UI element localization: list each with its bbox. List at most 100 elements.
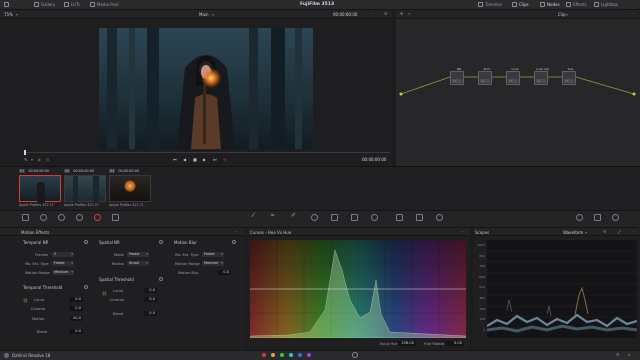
- blur-motion-range-dropdown[interactable]: Medium: [202, 261, 224, 266]
- spatial-nr-reset-icon[interactable]: [159, 240, 163, 244]
- play-reverse-icon[interactable]: ◀: [183, 157, 186, 162]
- blur-icon[interactable]: [371, 214, 378, 221]
- spatial-radius-dropdown[interactable]: Small: [127, 261, 149, 266]
- curve-color-dot[interactable]: [298, 353, 302, 357]
- sizing-icon[interactable]: [416, 214, 423, 221]
- magic-mask-icon[interactable]: [351, 214, 358, 221]
- viewer-dropdown-icon[interactable]: ▾: [212, 12, 214, 17]
- go-to-start-icon[interactable]: ⏮: [173, 157, 177, 162]
- curve-color-dot[interactable]: [289, 353, 293, 357]
- curves-options-icon[interactable]: ⋯: [460, 229, 464, 234]
- node-options-icon[interactable]: ⋯: [630, 11, 634, 16]
- playback-options-icon[interactable]: ⊙: [46, 157, 49, 162]
- curve-color-dot[interactable]: [262, 353, 266, 357]
- curve-color-dot[interactable]: [307, 353, 311, 357]
- magnify-icon[interactable]: ⌕: [408, 11, 410, 16]
- hdr-icon[interactable]: [112, 214, 119, 221]
- clips-button[interactable]: Clips: [512, 2, 529, 7]
- rgb-mixer-icon[interactable]: [76, 214, 83, 221]
- temporal-motion-field[interactable]: 50.0: [70, 316, 83, 321]
- project-settings-icon[interactable]: ⚙: [616, 352, 620, 357]
- link-icon[interactable]: ⛓: [23, 298, 28, 303]
- scope-mode-dropdown[interactable]: Waveform: [563, 230, 583, 235]
- node-prim[interactable]: Prim 02: [478, 67, 492, 85]
- node-look-adj[interactable]: Look Adj. 04: [534, 67, 550, 85]
- scope-options-icon[interactable]: ⋯: [631, 229, 635, 234]
- curve-color-dot[interactable]: [271, 353, 275, 357]
- viewer-settings-icon[interactable]: ⚙: [384, 11, 388, 16]
- nodes-button[interactable]: Nodes: [540, 2, 560, 7]
- playhead[interactable]: [24, 150, 26, 155]
- blur-mo-est-type-dropdown[interactable]: Faster: [202, 252, 224, 257]
- 3d-icon[interactable]: [436, 214, 443, 221]
- motion-panel-options-icon[interactable]: ⋯: [234, 229, 238, 234]
- temporal-blend-field[interactable]: 0.0: [70, 329, 83, 334]
- camera-raw-icon[interactable]: [22, 214, 29, 221]
- qualifier-icon[interactable]: ✐: [291, 212, 298, 219]
- temporal-nr-reset-icon[interactable]: [84, 240, 88, 244]
- color-warper-icon[interactable]: ⌗: [271, 212, 278, 219]
- zoom-dropdown-icon[interactable]: ▾: [16, 12, 18, 17]
- node-clip-label[interactable]: Clip: [558, 12, 566, 17]
- lightbox-button[interactable]: Lightbox: [594, 2, 618, 7]
- curve-color-dot[interactable]: [280, 353, 284, 357]
- scope-expand-icon[interactable]: ⤢: [618, 229, 621, 234]
- node-clip-dropdown-icon[interactable]: ▾: [566, 12, 568, 17]
- input-hue-field[interactable]: 256.00: [398, 341, 416, 346]
- node-graph[interactable]: NR 01 Prim 02 Look 03 Look Adj. 04 Sub. …: [396, 19, 640, 166]
- color-wheels-icon[interactable]: [58, 214, 65, 221]
- viewer-label[interactable]: Main: [199, 12, 209, 17]
- info-icon[interactable]: [594, 214, 601, 221]
- temporal-luma-field[interactable]: 0.0: [70, 297, 83, 302]
- temporal-chroma-field[interactable]: 0.0: [70, 306, 83, 311]
- node-look[interactable]: Look 03: [506, 67, 520, 85]
- timeline-button[interactable]: Timeline: [478, 2, 502, 7]
- thumbnail-clip-3[interactable]: [109, 175, 151, 202]
- tracker-icon[interactable]: [331, 214, 338, 221]
- play-icon[interactable]: ▶: [203, 157, 206, 162]
- spatial-blend-field[interactable]: 0.0: [144, 311, 157, 316]
- home-icon[interactable]: ⌂: [628, 352, 631, 357]
- thumbnail-clip-2[interactable]: [64, 175, 106, 203]
- key-icon[interactable]: [396, 214, 403, 221]
- luts-button[interactable]: LUTs: [64, 2, 80, 7]
- scrubber-track[interactable]: [24, 152, 390, 153]
- gallery-button[interactable]: Gallery: [34, 2, 55, 7]
- settings-icon[interactable]: [612, 214, 619, 221]
- spatial-link-icon[interactable]: ⛓: [102, 291, 107, 296]
- go-to-end-icon[interactable]: ⏭: [213, 157, 217, 162]
- spatial-threshold-reset-icon[interactable]: [159, 277, 163, 281]
- pointer-icon[interactable]: ✥: [400, 11, 403, 16]
- zoom-level[interactable]: 75%: [4, 12, 13, 17]
- video-frame[interactable]: [99, 28, 313, 149]
- panel-toggle-icon[interactable]: [4, 2, 9, 7]
- color-match-icon[interactable]: [40, 214, 47, 221]
- spatial-mode-dropdown[interactable]: Faster: [127, 252, 149, 257]
- scope-mode-dropdown-icon[interactable]: ▾: [585, 230, 587, 235]
- curves-icon[interactable]: ⟋: [251, 212, 258, 219]
- effects-button[interactable]: Effects: [566, 2, 587, 7]
- node-nr[interactable]: NR 01: [450, 67, 464, 85]
- spatial-luma-field[interactable]: 0.0: [144, 288, 157, 293]
- pen-icon[interactable]: ✎: [24, 157, 27, 162]
- hue-vs-hue-graph[interactable]: [250, 240, 466, 338]
- scope-toggle-icon[interactable]: [576, 214, 583, 221]
- node-sub[interactable]: Sub. 05: [562, 67, 576, 85]
- media-pool-button[interactable]: Media Pool: [90, 2, 119, 7]
- scope-settings-icon[interactable]: ⚙: [603, 229, 607, 234]
- motion-effects-icon[interactable]: [94, 214, 101, 221]
- pen-dropdown-icon[interactable]: ▾: [31, 157, 33, 162]
- thumbnail-clip-1[interactable]: [19, 175, 61, 203]
- motion-blur-reset-icon[interactable]: [232, 240, 236, 244]
- frames-dropdown[interactable]: 2: [52, 252, 74, 257]
- temporal-mo-est-type-dropdown[interactable]: Faster: [52, 261, 74, 266]
- spatial-chroma-field[interactable]: 0.0: [144, 297, 157, 302]
- loop-icon[interactable]: ⟲: [223, 157, 226, 162]
- color-page-icon[interactable]: [352, 352, 358, 358]
- highlight-icon[interactable]: ◐: [38, 157, 42, 162]
- temporal-threshold-reset-icon[interactable]: [84, 285, 88, 289]
- hue-rotate-field[interactable]: 0.00: [446, 341, 464, 346]
- motion-blur-field[interactable]: 0.0: [218, 270, 231, 275]
- window-icon[interactable]: [311, 214, 318, 221]
- viewer-options-icon[interactable]: ⋯: [370, 11, 374, 16]
